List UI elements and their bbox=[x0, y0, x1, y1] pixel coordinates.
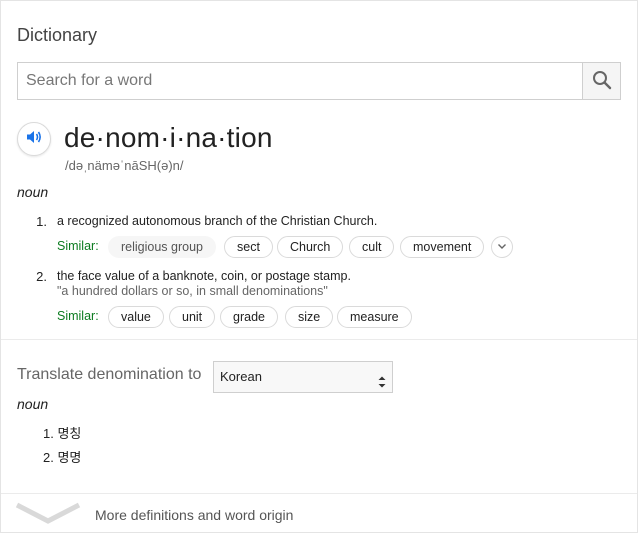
card-title: Dictionary bbox=[17, 25, 98, 45]
language-select[interactable]: Korean bbox=[213, 361, 393, 393]
section-divider bbox=[1, 339, 637, 340]
search-box bbox=[17, 62, 621, 100]
language-select-value: Korean bbox=[220, 369, 262, 384]
translation-item: 2. 명명 bbox=[43, 447, 81, 466]
search-button[interactable] bbox=[582, 63, 620, 99]
similar-chip[interactable]: sect bbox=[224, 236, 273, 258]
similar-chip[interactable]: religious group bbox=[108, 236, 216, 258]
part-of-speech: noun bbox=[17, 184, 49, 200]
dictionary-card: Dictionary de·nom·i·na·tion /dəˌnäməˈnāS… bbox=[0, 0, 638, 533]
definition-example: "a hundred dollars or so, in small denom… bbox=[57, 284, 328, 298]
pronunciation-button[interactable] bbox=[17, 122, 51, 156]
definition-number: 2. bbox=[36, 269, 47, 284]
select-arrows-icon bbox=[378, 370, 386, 400]
similar-chip[interactable]: Church bbox=[277, 236, 344, 258]
more-similar-button[interactable] bbox=[491, 236, 513, 258]
translation-text: 명칭 bbox=[57, 426, 82, 441]
translate-label: Translate denomination to bbox=[17, 366, 202, 383]
translation-item: 1. 명칭 bbox=[43, 423, 81, 442]
similar-chip[interactable]: grade bbox=[220, 306, 278, 328]
expand-chevron-icon[interactable] bbox=[15, 501, 81, 530]
search-input[interactable] bbox=[18, 63, 582, 99]
translation-text: 명명 bbox=[57, 450, 82, 465]
chevron-down-icon bbox=[497, 238, 507, 256]
similar-chip[interactable]: measure bbox=[337, 306, 412, 328]
headword: de·nom·i·na·tion bbox=[64, 122, 273, 153]
translation-part-of-speech: noun bbox=[17, 396, 49, 412]
similar-label: Similar: bbox=[57, 239, 99, 253]
translation-number: 2. bbox=[43, 450, 54, 465]
similar-chip[interactable]: value bbox=[108, 306, 164, 328]
definition-text: the face value of a banknote, coin, or p… bbox=[57, 269, 351, 283]
more-definitions-link[interactable]: More definitions and word origin bbox=[95, 507, 293, 523]
phonetic-spelling: /dəˌnäməˈnāSH(ə)n/ bbox=[65, 158, 184, 173]
search-icon bbox=[592, 70, 612, 93]
speaker-icon bbox=[25, 128, 43, 151]
definition-text: a recognized autonomous branch of the Ch… bbox=[57, 214, 378, 228]
similar-chip[interactable]: size bbox=[285, 306, 334, 328]
similar-label: Similar: bbox=[57, 309, 99, 323]
footer-divider bbox=[1, 493, 637, 494]
similar-chip[interactable]: cult bbox=[349, 236, 395, 258]
translation-number: 1. bbox=[43, 426, 54, 441]
similar-chip[interactable]: movement bbox=[400, 236, 485, 258]
similar-chip[interactable]: unit bbox=[169, 306, 216, 328]
definition-number: 1. bbox=[36, 214, 47, 229]
